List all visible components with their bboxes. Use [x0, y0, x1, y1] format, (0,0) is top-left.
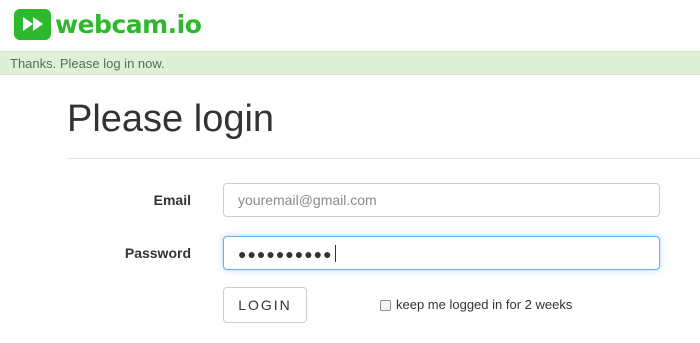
password-field[interactable]: ●●●●●●●●●●: [223, 236, 660, 270]
password-value: ●●●●●●●●●●: [238, 245, 336, 262]
fast-forward-icon-graphic: [22, 17, 43, 31]
email-field[interactable]: [223, 183, 660, 217]
email-label: Email: [153, 192, 191, 208]
notice-text: Thanks. Please log in now.: [10, 56, 165, 71]
remember-checkbox[interactable]: [380, 299, 391, 311]
password-masked-text: ●●●●●●●●●●: [238, 246, 333, 262]
remember-label[interactable]: keep me logged in for 2 weeks: [396, 297, 572, 313]
logo[interactable]: webcam.io: [14, 8, 202, 40]
login-button[interactable]: LOGIN: [223, 287, 307, 323]
flash-notice: Thanks. Please log in now.: [0, 51, 700, 75]
page-title: Please login: [67, 98, 275, 140]
password-label: Password: [124, 245, 191, 261]
login-page: webcam.io Thanks. Please log in now. Ple…: [0, 0, 700, 343]
fast-forward-icon: [14, 8, 51, 40]
header: webcam.io: [0, 0, 700, 50]
logo-text: webcam.io: [55, 9, 202, 39]
text-caret: [334, 245, 336, 262]
title-divider: [67, 158, 700, 159]
remember-me[interactable]: keep me logged in for 2 weeks: [380, 297, 572, 313]
